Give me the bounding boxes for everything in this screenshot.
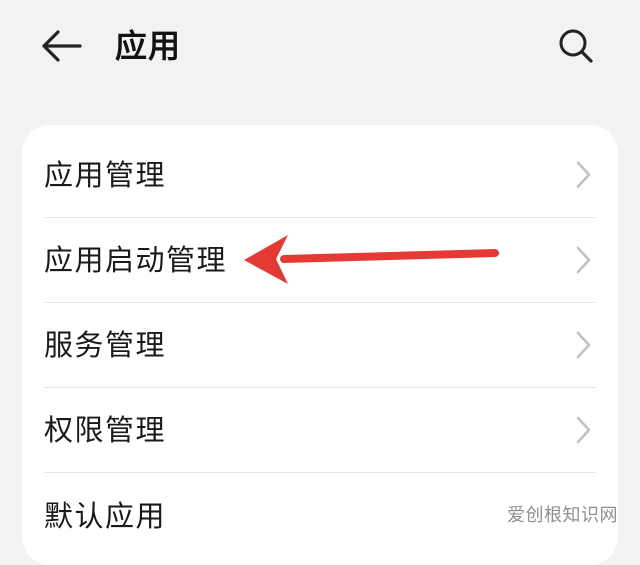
header: 应用 bbox=[0, 0, 640, 100]
list-item-label: 默认应用 bbox=[44, 498, 167, 533]
list-item-label: 权限管理 bbox=[44, 413, 167, 447]
settings-card: 应用管理 应用启动管理 服务管理 权限管理 默认应用 bbox=[22, 125, 618, 565]
page-title: 应用 bbox=[115, 27, 182, 65]
list-item-app-launch-management[interactable]: 应用启动管理 bbox=[44, 218, 596, 303]
list-item-default-apps[interactable]: 默认应用 bbox=[44, 473, 596, 558]
back-button[interactable] bbox=[38, 22, 86, 70]
list-item-label: 应用启动管理 bbox=[44, 243, 228, 277]
arrow-left-icon bbox=[42, 30, 82, 62]
chevron-right-icon bbox=[576, 246, 591, 274]
list-item-label: 应用管理 bbox=[44, 158, 167, 192]
list-item-app-management[interactable]: 应用管理 bbox=[44, 125, 596, 218]
search-icon bbox=[559, 29, 593, 63]
chevron-right-icon bbox=[576, 416, 591, 444]
list-item-service-management[interactable]: 服务管理 bbox=[44, 303, 596, 388]
list-item-label: 服务管理 bbox=[44, 328, 167, 362]
chevron-right-icon bbox=[576, 331, 591, 359]
chevron-right-icon bbox=[576, 161, 591, 188]
search-button[interactable] bbox=[552, 22, 600, 70]
list-item-permission-management[interactable]: 权限管理 bbox=[44, 388, 596, 473]
